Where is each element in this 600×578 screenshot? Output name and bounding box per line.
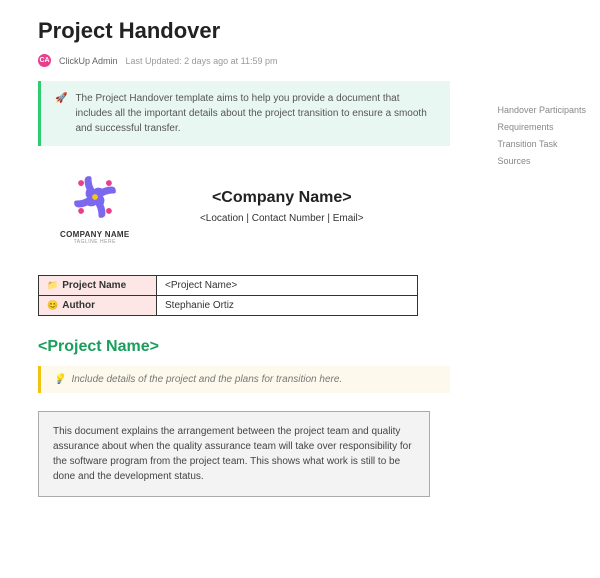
label-project-name: Project Name (62, 280, 126, 291)
logo-icon (66, 168, 124, 226)
nav-requirements[interactable]: Requirements (497, 122, 586, 132)
company-name-placeholder: <Company Name> (154, 189, 410, 207)
bulb-icon: 💡 (53, 374, 65, 385)
logo: COMPANY NAME TAGLINE HERE (60, 168, 130, 245)
rocket-icon: 🚀 (55, 91, 67, 136)
nav-transition-task[interactable]: Transition Task (497, 139, 586, 149)
intro-banner: 🚀 The Project Handover template aims to … (38, 81, 450, 146)
company-sub-placeholder: <Location | Contact Number | Email> (154, 213, 410, 224)
page-title: Project Handover (38, 18, 450, 44)
value-project-name[interactable]: <Project Name> (157, 276, 418, 296)
description-box[interactable]: This document explains the arrangement b… (38, 411, 430, 497)
value-author[interactable]: Stephanie Ortiz (157, 296, 418, 316)
hint-text: Include details of the project and the p… (71, 374, 342, 385)
table-row: 📁 Project Name <Project Name> (39, 276, 418, 296)
author-name: ClickUp Admin (59, 56, 118, 66)
info-table: 📁 Project Name <Project Name> 😊 Author Ste… (38, 275, 418, 316)
meta-row: CA ClickUp Admin Last Updated: 2 days ag… (38, 54, 450, 67)
last-updated: Last Updated: 2 days ago at 11:59 pm (126, 56, 278, 66)
company-block: COMPANY NAME TAGLINE HERE <Company Name>… (60, 168, 450, 245)
smile-icon: 😊 (47, 300, 58, 310)
avatar: CA (38, 54, 51, 67)
folder-icon: 📁 (47, 280, 58, 290)
sidebar-nav: Handover Participants Requirements Trans… (497, 105, 586, 166)
logo-tagline: TAGLINE HERE (74, 239, 116, 245)
intro-text: The Project Handover template aims to he… (75, 91, 436, 136)
section-title: <Project Name> (38, 338, 450, 356)
nav-sources[interactable]: Sources (497, 156, 586, 166)
table-row: 😊 Author Stephanie Ortiz (39, 296, 418, 316)
label-author: Author (62, 300, 95, 311)
hint-banner: 💡 Include details of the project and the… (38, 366, 450, 393)
logo-name: COMPANY NAME (60, 230, 130, 239)
nav-handover-participants[interactable]: Handover Participants (497, 105, 586, 115)
